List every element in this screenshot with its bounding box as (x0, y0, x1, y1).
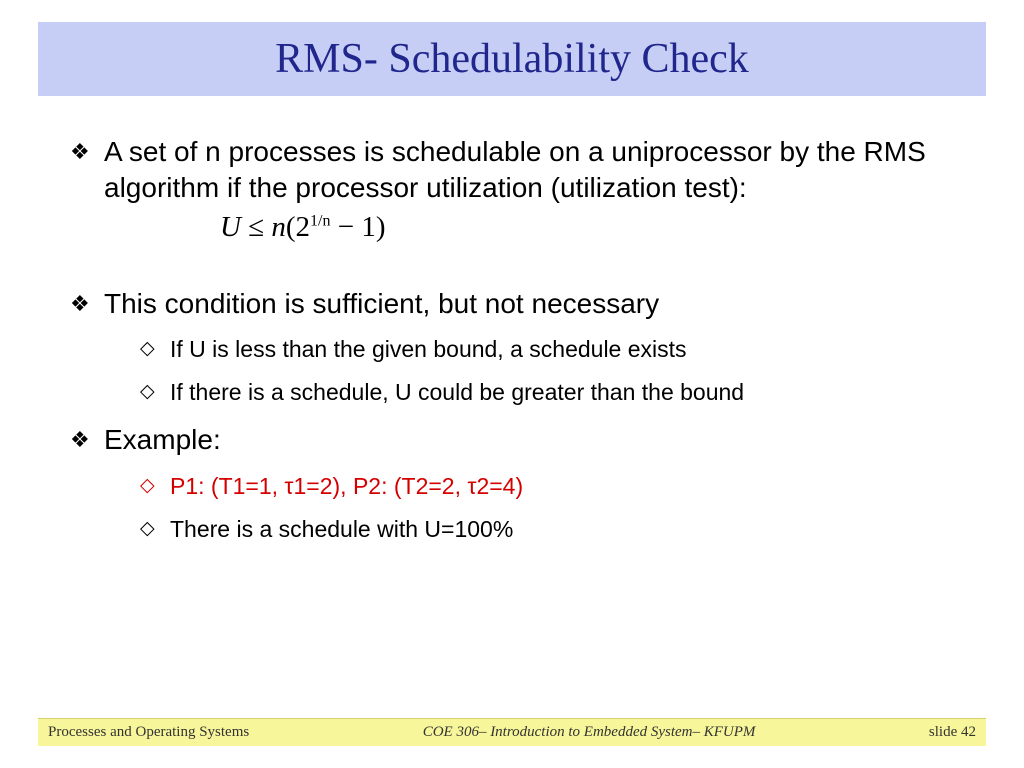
footer-right: slide 42 (929, 724, 976, 741)
formula-n: n (271, 211, 286, 243)
diamond-filled-icon: ❖ (70, 286, 104, 322)
footer-center: COE 306– Introduction to Embedded System… (423, 724, 756, 741)
footer-bar: Processes and Operating Systems COE 306–… (38, 718, 986, 746)
formula-tail: − 1) (331, 211, 386, 243)
bullet-level2: ◇ If U is less than the given bound, a s… (140, 334, 964, 365)
diamond-filled-icon: ❖ (70, 134, 104, 207)
bullet-level1: ❖ This condition is sufficient, but not … (70, 286, 964, 322)
formula-lhs: U (220, 211, 241, 243)
slide-body: ❖ A set of n processes is schedulable on… (70, 120, 964, 545)
title-band: RMS- Schedulability Check (38, 22, 986, 96)
spacer (70, 244, 964, 272)
formula-op: ≤ (248, 211, 264, 243)
formula-exp: 1/n (310, 212, 330, 229)
diamond-open-icon: ◇ (140, 471, 170, 502)
bullet-level2: ◇ If there is a schedule, U could be gre… (140, 377, 964, 408)
diamond-open-icon: ◇ (140, 377, 170, 408)
bullet-text: P1: (T1=1, τ1=2), P2: (T2=2, τ2=4) (170, 471, 964, 502)
bullet-text: A set of n processes is schedulable on a… (104, 134, 964, 207)
diamond-open-icon: ◇ (140, 514, 170, 545)
diamond-filled-icon: ❖ (70, 422, 104, 458)
footer-left: Processes and Operating Systems (48, 724, 249, 741)
bullet-text: If U is less than the given bound, a sch… (170, 334, 964, 365)
bullet-text: Example: (104, 422, 964, 458)
formula: U ≤ n(21/n − 1) (220, 211, 964, 244)
bullet-level1: ❖ A set of n processes is schedulable on… (70, 134, 964, 207)
slide-title: RMS- Schedulability Check (275, 35, 749, 83)
bullet-level2-highlight: ◇ P1: (T1=1, τ1=2), P2: (T2=2, τ2=4) (140, 471, 964, 502)
bullet-level2: ◇ There is a schedule with U=100% (140, 514, 964, 545)
diamond-open-icon: ◇ (140, 334, 170, 365)
formula-paren: (2 (286, 211, 310, 243)
bullet-text: If there is a schedule, U could be great… (170, 377, 964, 408)
slide: RMS- Schedulability Check ❖ A set of n p… (0, 0, 1024, 768)
bullet-text: There is a schedule with U=100% (170, 514, 964, 545)
bullet-text: This condition is sufficient, but not ne… (104, 286, 964, 322)
bullet-level1: ❖ Example: (70, 422, 964, 458)
